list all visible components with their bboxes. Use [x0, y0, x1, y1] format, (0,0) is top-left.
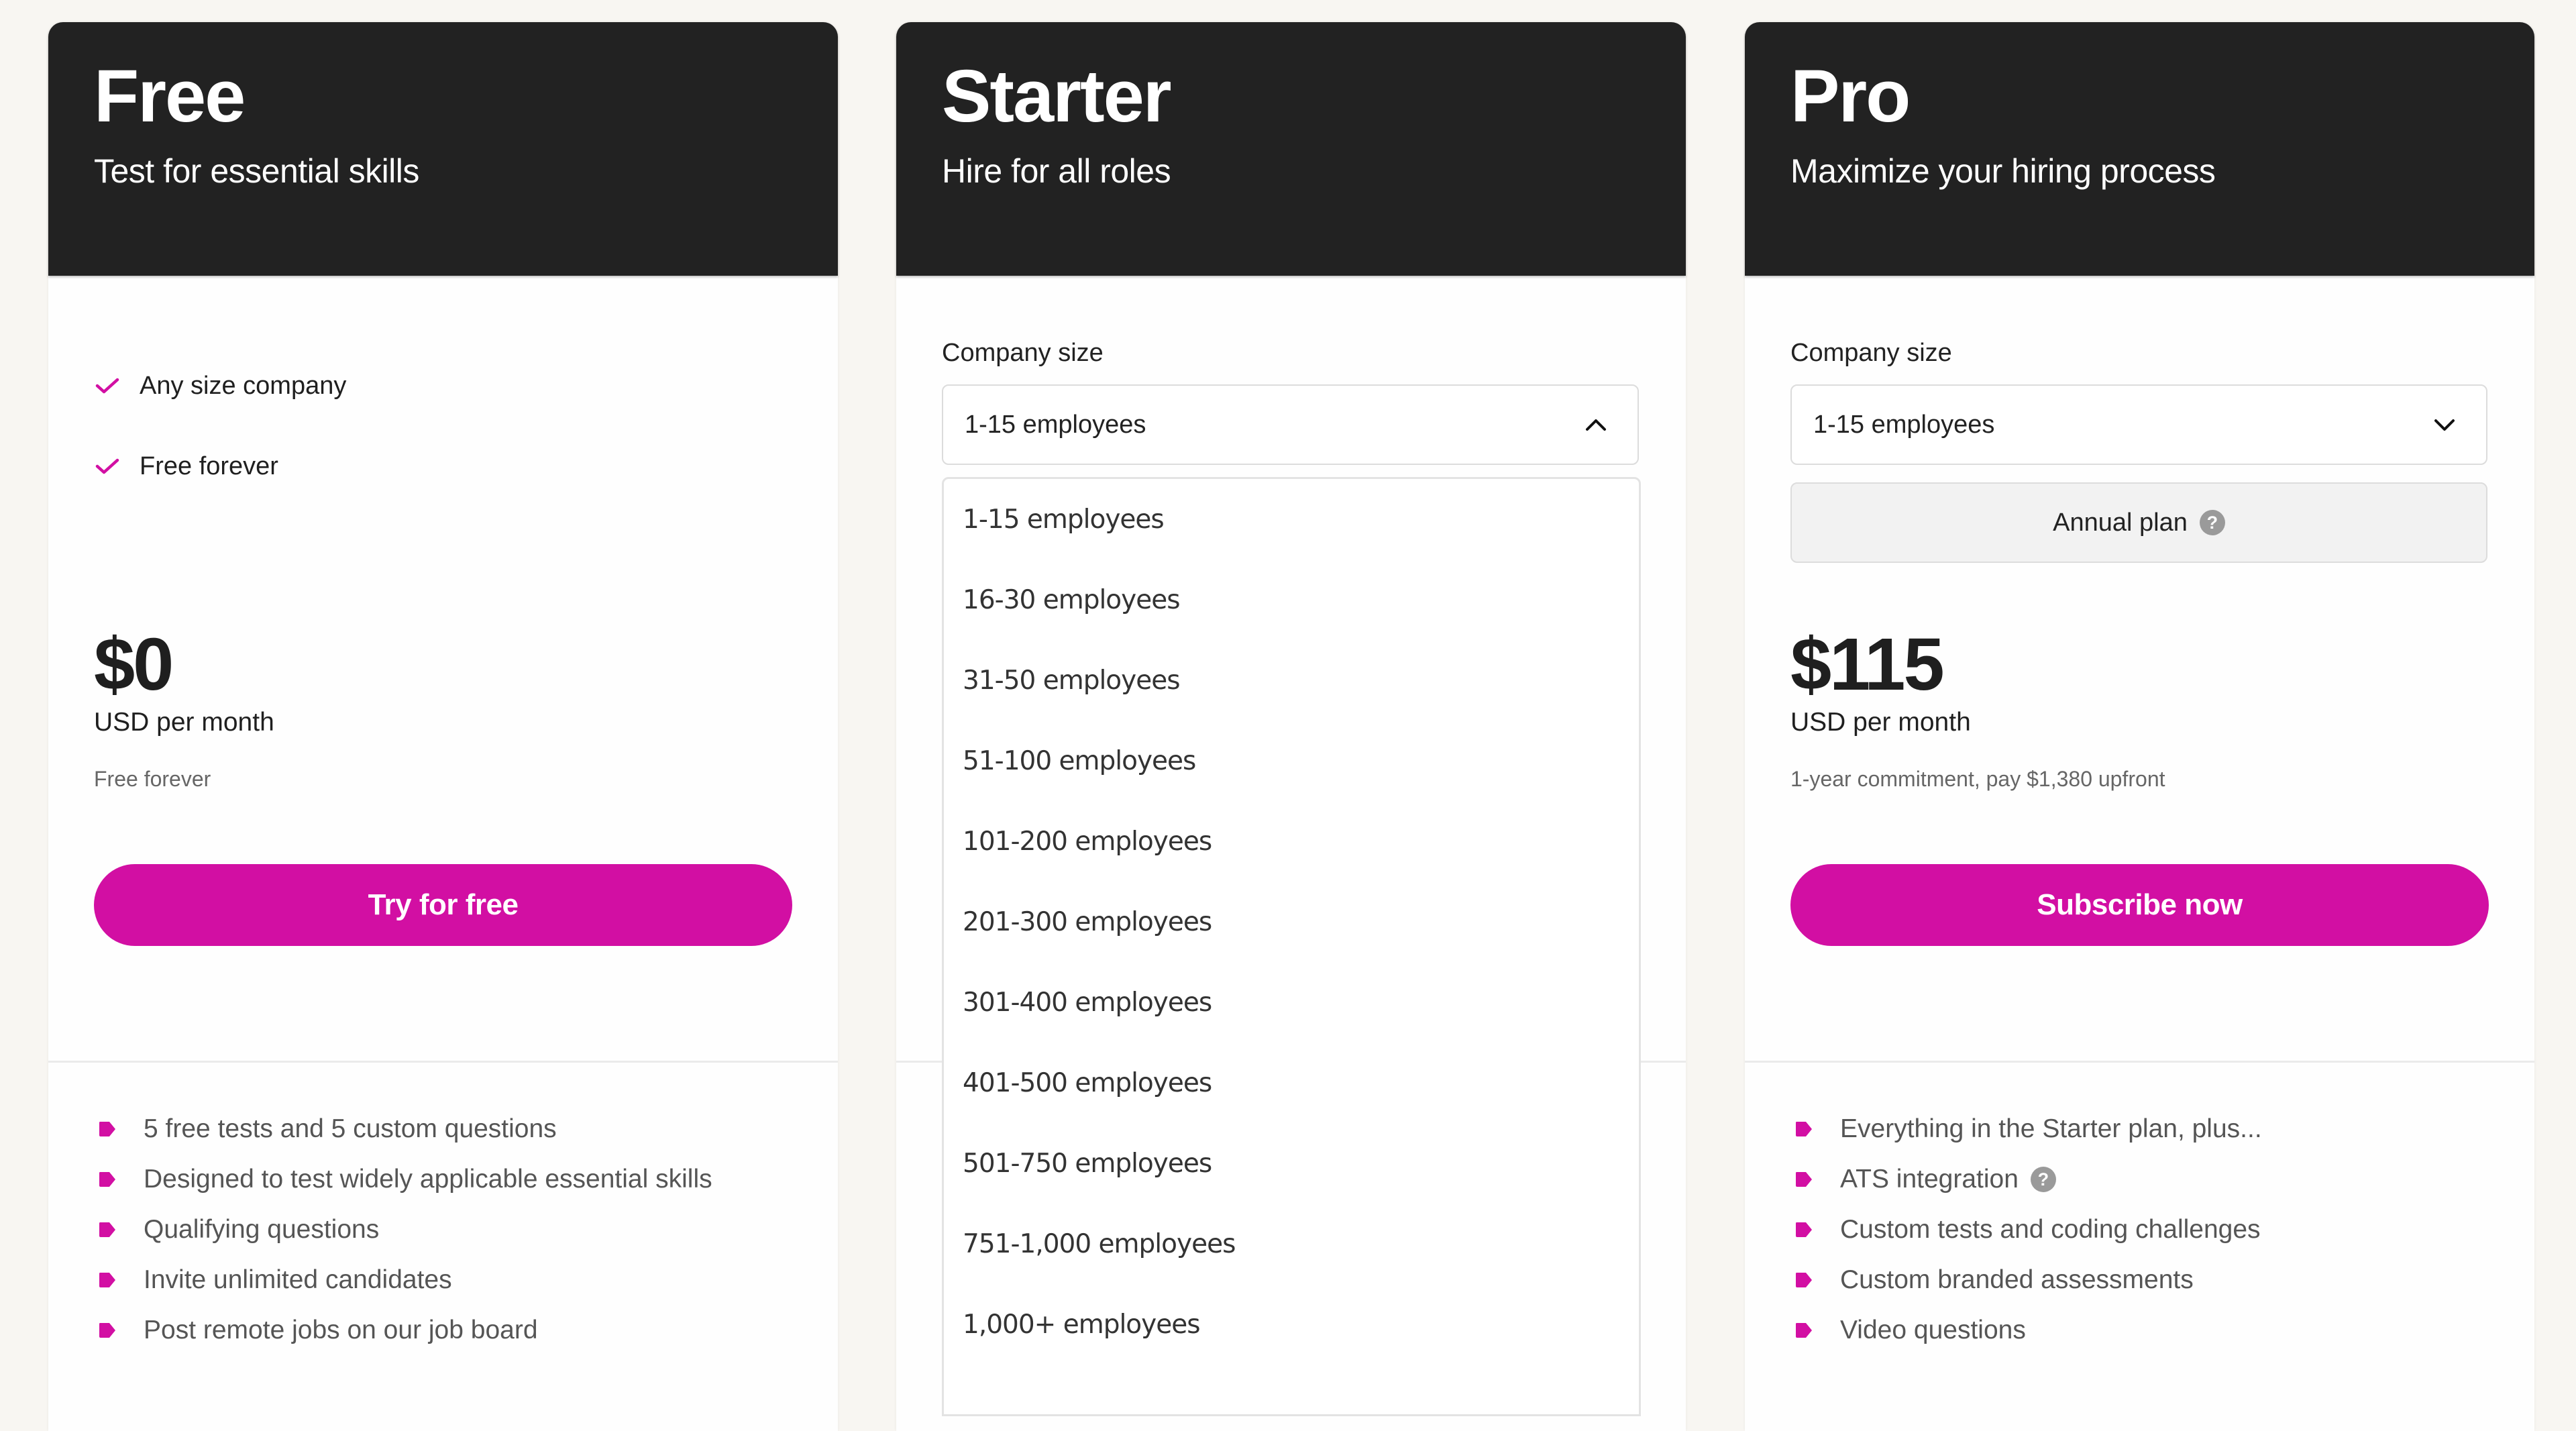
chevron-down-icon: [2434, 419, 2455, 431]
feature-list: 5 free tests and 5 custom questions Desi…: [98, 1109, 712, 1361]
tag-bullet-icon: [99, 1273, 115, 1287]
feature-label: Qualifying questions: [144, 1215, 380, 1244]
feature-label: Custom tests and coding challenges: [1840, 1215, 2261, 1244]
tag-bullet-icon: [1796, 1273, 1812, 1287]
feature-label: Invite unlimited candidates: [144, 1265, 452, 1294]
tag-bullet-icon: [1796, 1122, 1812, 1136]
price-note: Free forever: [94, 767, 211, 791]
divider: [48, 1061, 838, 1063]
tag-bullet-icon: [1796, 1172, 1812, 1187]
tag-bullet-icon: [99, 1323, 115, 1338]
price-unit: USD per month: [94, 708, 274, 737]
annual-plan-toggle[interactable]: Annual plan ?: [1790, 482, 2487, 563]
company-size-select[interactable]: 1-15 employees: [942, 384, 1639, 465]
dropdown-option[interactable]: 1-15 employees: [944, 479, 1639, 560]
tag-bullet-icon: [99, 1122, 115, 1136]
dropdown-option[interactable]: 101-200 employees: [944, 801, 1639, 882]
dropdown-option[interactable]: 51-100 employees: [944, 721, 1639, 801]
plan-title: Free: [94, 55, 246, 138]
subscribe-now-button[interactable]: Subscribe now: [1790, 864, 2489, 946]
dropdown-option[interactable]: 301-400 employees: [944, 962, 1639, 1043]
try-for-free-button[interactable]: Try for free: [94, 864, 792, 946]
tag-bullet-icon: [1796, 1222, 1812, 1237]
plan-title: Starter: [942, 55, 1172, 138]
tag-bullet-icon: [1796, 1323, 1812, 1338]
plan-title: Pro: [1790, 55, 1911, 138]
feature-label: Designed to test widely applicable essen…: [144, 1165, 712, 1194]
company-size-label: Company size: [1790, 339, 1952, 367]
feature-item: Video questions: [1794, 1310, 2262, 1350]
highlight-label: Free forever: [140, 452, 278, 480]
check-icon: [95, 458, 119, 474]
feature-item: Post remote jobs on our job board: [98, 1310, 712, 1350]
plan-subtitle: Test for essential skills: [94, 152, 419, 190]
feature-item: 5 free tests and 5 custom questions: [98, 1109, 712, 1149]
plan-highlights: Any size company Free forever: [94, 366, 346, 527]
price-amount: $115: [1790, 623, 1945, 706]
company-size-label: Company size: [942, 339, 1104, 367]
dropdown-option[interactable]: 401-500 employees: [944, 1043, 1639, 1123]
annual-plan-label: Annual plan: [2053, 508, 2188, 537]
help-icon[interactable]: ?: [2199, 510, 2225, 535]
feature-item: ATS integration ?: [1794, 1159, 2262, 1200]
tag-bullet-icon: [99, 1222, 115, 1237]
plan-header-starter: Starter Hire for all roles: [896, 22, 1686, 276]
plan-header-free: Free Test for essential skills: [48, 22, 838, 276]
feature-item: Invite unlimited candidates: [98, 1260, 712, 1300]
feature-list: Everything in the Starter plan, plus... …: [1794, 1109, 2262, 1361]
company-size-value: 1-15 employees: [1813, 410, 1995, 439]
feature-label: Custom branded assessments: [1840, 1265, 2194, 1294]
company-size-select[interactable]: 1-15 employees: [1790, 384, 2487, 465]
feature-item: Everything in the Starter plan, plus...: [1794, 1109, 2262, 1149]
dropdown-option[interactable]: 751-1,000 employees: [944, 1204, 1639, 1284]
plan-card-free: Free Test for essential skills Any size …: [48, 22, 838, 1431]
dropdown-option[interactable]: 31-50 employees: [944, 640, 1639, 721]
check-icon: [95, 378, 119, 394]
price-note: 1-year commitment, pay $1,380 upfront: [1790, 767, 2165, 791]
plan-subtitle: Maximize your hiring process: [1790, 152, 2216, 190]
feature-item: Designed to test widely applicable essen…: [98, 1159, 712, 1200]
tag-bullet-icon: [99, 1172, 115, 1187]
plan-subtitle: Hire for all roles: [942, 152, 1171, 190]
price-unit: USD per month: [1790, 708, 1971, 737]
dropdown-option[interactable]: 16-30 employees: [944, 560, 1639, 640]
company-size-dropdown: 1-15 employees 16-30 employees 31-50 emp…: [942, 477, 1641, 1416]
highlight-item: Free forever: [94, 446, 346, 486]
help-icon[interactable]: ?: [2030, 1167, 2056, 1192]
feature-label: 5 free tests and 5 custom questions: [144, 1114, 557, 1143]
feature-item: Qualifying questions: [98, 1210, 712, 1250]
feature-label: Everything in the Starter plan, plus...: [1840, 1114, 2262, 1143]
feature-label: Video questions: [1840, 1316, 2026, 1344]
plan-card-pro: Pro Maximize your hiring process Company…: [1745, 22, 2534, 1431]
feature-item: Custom branded assessments: [1794, 1260, 2262, 1300]
dropdown-option[interactable]: 1,000+ employees: [944, 1284, 1639, 1365]
feature-label: Post remote jobs on our job board: [144, 1316, 538, 1344]
divider: [1745, 1061, 2534, 1063]
feature-item: Custom tests and coding challenges: [1794, 1210, 2262, 1250]
company-size-value: 1-15 employees: [965, 410, 1146, 439]
dropdown-option[interactable]: 501-750 employees: [944, 1123, 1639, 1204]
dropdown-option[interactable]: 201-300 employees: [944, 882, 1639, 962]
price-amount: $0: [94, 623, 174, 706]
highlight-item: Any size company: [94, 366, 346, 406]
highlight-label: Any size company: [140, 371, 347, 400]
plan-header-pro: Pro Maximize your hiring process: [1745, 22, 2534, 276]
feature-label: ATS integration: [1840, 1165, 2019, 1194]
chevron-up-icon: [1586, 419, 1606, 431]
